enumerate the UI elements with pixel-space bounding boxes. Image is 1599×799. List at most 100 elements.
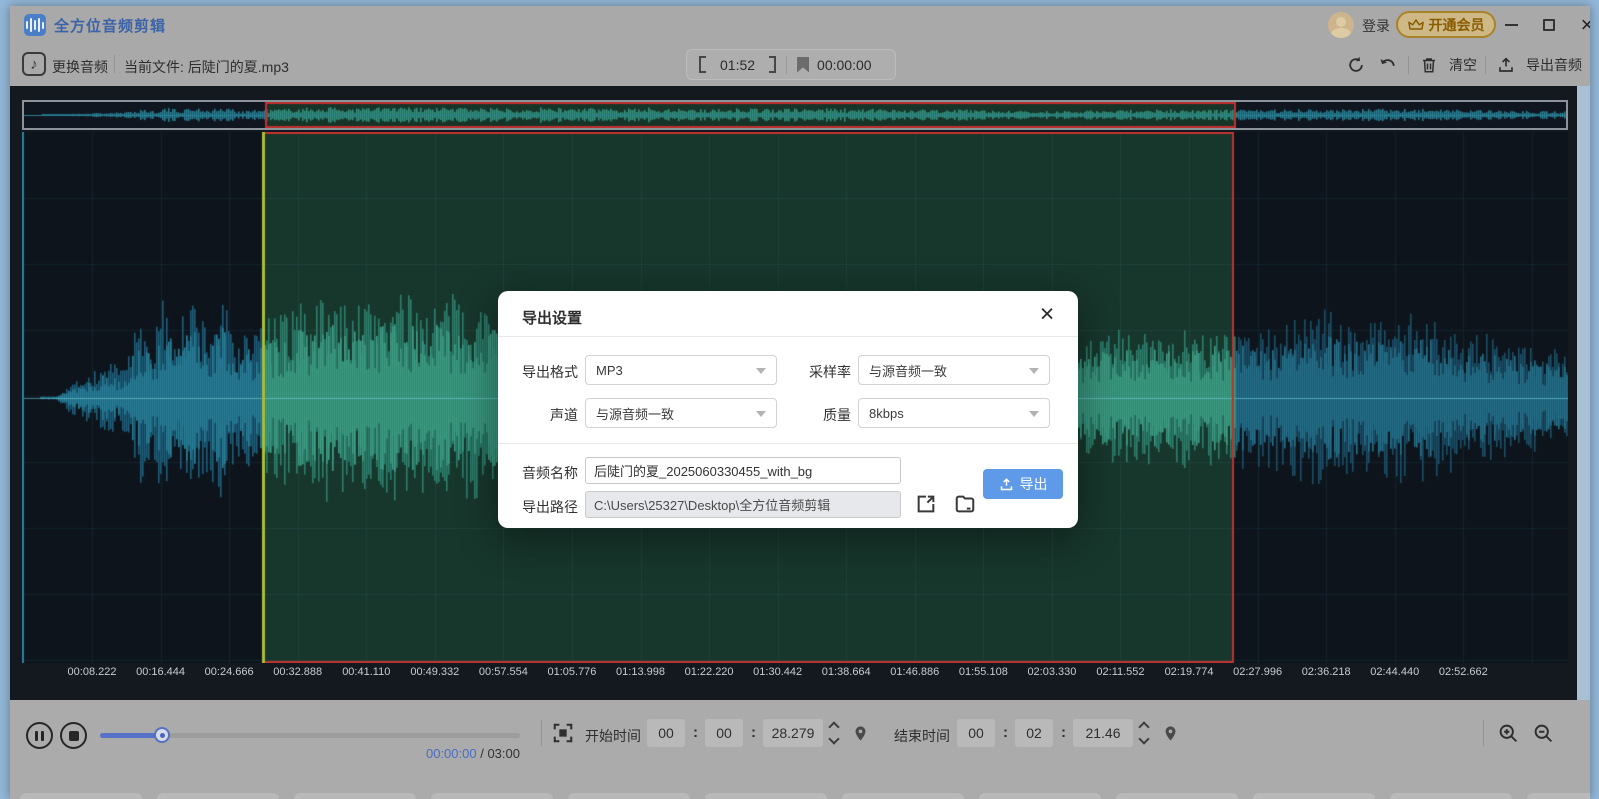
waveform-overview[interactable]	[22, 100, 1568, 130]
feature-button[interactable]	[157, 793, 279, 799]
end-minutes-field[interactable]: 02	[1015, 719, 1053, 747]
undo-icon[interactable]	[1376, 53, 1400, 77]
panel-right-scrollbar[interactable]	[1577, 86, 1590, 700]
feature-button[interactable]	[1253, 793, 1375, 799]
selection-time-pill: 01:52 00:00:00	[686, 49, 896, 80]
minimize-icon	[1505, 24, 1518, 26]
upload-icon	[999, 477, 1014, 492]
time-tick-label: 01:13.998	[616, 666, 665, 678]
current-file-label: 当前文件: 后陡门的夏.mp3	[124, 57, 289, 77]
clear-button[interactable]: 清空	[1449, 55, 1477, 75]
change-audio-button[interactable]: 更换音频	[52, 57, 108, 77]
feature-button[interactable]	[294, 793, 416, 799]
total-time: 03:00	[487, 746, 520, 761]
feature-button[interactable]	[842, 793, 964, 799]
waveform-overview-canvas[interactable]	[24, 102, 1566, 128]
quality-select[interactable]: 8kbps	[858, 398, 1050, 428]
zoom-divider	[1483, 720, 1484, 746]
toolbar-divider	[114, 55, 115, 73]
feature-button[interactable]	[1116, 793, 1238, 799]
playback-time: 00:00:00 / 03:00	[370, 746, 520, 761]
playback-slider[interactable]	[100, 733, 520, 738]
end-hours-field[interactable]: 00	[957, 719, 995, 747]
time-tick-label: 00:49.332	[410, 666, 459, 678]
spin-up-icon[interactable]	[1138, 721, 1149, 732]
feature-buttons-row	[10, 793, 1590, 799]
format-select[interactable]: MP3	[585, 355, 777, 385]
bookmark-icon	[797, 57, 809, 73]
feature-button[interactable]	[979, 793, 1101, 799]
time-tick-label: 01:46.886	[890, 666, 939, 678]
trash-icon[interactable]	[1417, 53, 1441, 77]
toolbar: ♪ 更换音频 当前文件: 后陡门的夏.mp3 01:52 00:00:00 清空	[10, 44, 1590, 86]
spin-up-icon[interactable]	[828, 721, 839, 732]
maximize-button[interactable]	[1538, 14, 1560, 36]
set-start-marker-icon[interactable]	[848, 721, 872, 745]
sample-rate-select[interactable]: 与源音频一致	[858, 355, 1050, 385]
zoom-in-icon[interactable]	[1496, 721, 1520, 745]
close-button[interactable]: ×	[1576, 14, 1590, 36]
start-hours-field[interactable]: 00	[647, 719, 685, 747]
time-tick-label: 02:52.662	[1439, 666, 1488, 678]
marker-time: 00:00:00	[817, 57, 872, 73]
music-note-icon[interactable]: ♪	[22, 52, 46, 76]
stop-icon	[69, 731, 79, 741]
feature-button[interactable]	[1390, 793, 1512, 799]
title-bar: 全方位音频剪辑 登录 开通会员 ×	[10, 6, 1590, 44]
vip-membership-button[interactable]: 开通会员	[1396, 11, 1496, 38]
open-folder-icon[interactable]	[953, 492, 977, 516]
edit-path-icon[interactable]	[914, 492, 938, 516]
app-logo-icon	[24, 14, 46, 36]
selection-duration: 01:52	[720, 57, 755, 73]
feature-button[interactable]	[20, 793, 142, 799]
avatar[interactable]	[1328, 12, 1354, 38]
pause-button[interactable]	[26, 722, 53, 749]
login-button[interactable]: 登录	[1362, 16, 1390, 36]
time-tick-label: 00:24.666	[205, 666, 254, 678]
start-time-spinner[interactable]	[826, 720, 842, 746]
time-tick-label: 00:08.222	[68, 666, 117, 678]
spin-down-icon[interactable]	[1138, 733, 1149, 744]
app-title: 全方位音频剪辑	[54, 15, 166, 36]
time-tick-label: 01:05.776	[547, 666, 596, 678]
export-audio-button[interactable]: 导出音频	[1526, 55, 1582, 75]
audio-name-input[interactable]	[585, 457, 901, 484]
start-minutes-field[interactable]: 00	[705, 719, 743, 747]
spin-down-icon[interactable]	[828, 733, 839, 744]
export-audio-icon[interactable]	[1494, 53, 1518, 77]
export-path-input[interactable]	[585, 491, 901, 518]
feature-button[interactable]	[431, 793, 553, 799]
chevron-down-icon	[1029, 411, 1039, 417]
feature-button[interactable]	[1527, 793, 1590, 799]
zoom-out-icon[interactable]	[1531, 721, 1555, 745]
feature-button[interactable]	[705, 793, 827, 799]
minimize-button[interactable]	[1500, 14, 1522, 36]
chevron-down-icon	[756, 411, 766, 417]
time-tick-label: 02:44.440	[1370, 666, 1419, 678]
channel-select[interactable]: 与源音频一致	[585, 398, 777, 428]
export-button[interactable]: 导出	[983, 469, 1063, 499]
end-seconds-field[interactable]: 21.46	[1073, 719, 1133, 747]
start-seconds-field[interactable]: 28.279	[763, 719, 823, 747]
chevron-down-icon	[756, 368, 766, 374]
dialog-close-button[interactable]: ×	[1034, 301, 1060, 327]
transport-bar: 00:00:00 / 03:00 开始时间 00 : 00 : 28.279 结…	[10, 700, 1590, 799]
export-path-label: 导出路径	[506, 497, 578, 517]
end-time-spinner[interactable]	[1136, 720, 1152, 746]
feature-button[interactable]	[568, 793, 690, 799]
pause-icon	[35, 731, 38, 741]
slider-thumb[interactable]	[154, 727, 170, 743]
crop-selection-icon[interactable]	[551, 721, 575, 745]
dialog-divider	[498, 336, 1078, 337]
time-tick-label: 02:19.774	[1165, 666, 1214, 678]
time-tick-label: 01:55.108	[959, 666, 1008, 678]
stop-button[interactable]	[60, 722, 87, 749]
time-tick-label: 01:38.664	[822, 666, 871, 678]
time-tick-label: 00:32.888	[273, 666, 322, 678]
set-end-marker-icon[interactable]	[1158, 721, 1182, 745]
bracket-left-icon	[699, 56, 706, 73]
redo-icon[interactable]	[1344, 53, 1368, 77]
time-tick-label: 01:30.442	[753, 666, 802, 678]
crown-icon	[1408, 17, 1424, 33]
app-window: 全方位音频剪辑 登录 开通会员 × ♪ 更换音频 当前文件: 后陡门的夏.mp3…	[10, 6, 1590, 799]
